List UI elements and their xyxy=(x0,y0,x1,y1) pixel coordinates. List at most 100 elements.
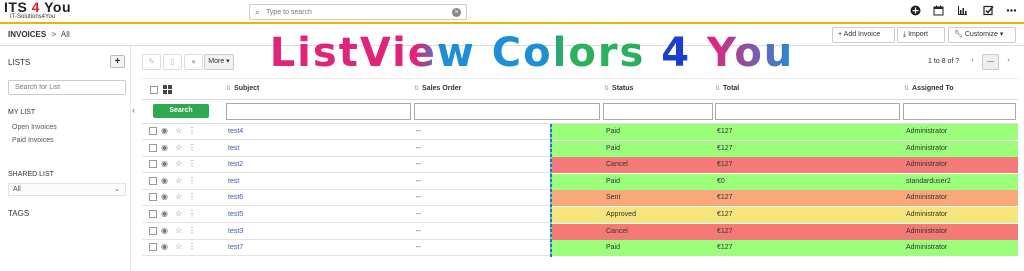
view-eye-icon[interactable]: ◉ xyxy=(161,226,168,235)
subject-link[interactable]: test7 xyxy=(228,244,243,251)
star-icon[interactable]: ☆ xyxy=(175,143,182,152)
column-sales-order[interactable]: ⇅ Sales Order xyxy=(414,85,461,92)
subject-link[interactable]: test3 xyxy=(228,228,243,235)
row-menu-icon[interactable]: ⋮ xyxy=(188,143,196,152)
view-eye-icon[interactable]: ◉ xyxy=(161,242,168,251)
star-icon[interactable]: ☆ xyxy=(175,242,182,251)
row-menu-icon[interactable]: ⋮ xyxy=(188,242,196,251)
subject-filter-input[interactable] xyxy=(226,103,411,120)
row-checkbox[interactable] xyxy=(149,226,157,235)
customize-button[interactable]: 🔧︎ Customize ▾ xyxy=(948,27,1016,43)
sort-icon: ⇅ xyxy=(604,86,610,92)
table-row[interactable]: ◉ ☆ ⋮ test3 -- Cancel €127 Administrator xyxy=(142,223,1018,240)
sidebar-item-open-invoices[interactable]: Open Invoices xyxy=(12,124,57,131)
table-row[interactable]: ◉ ☆ ⋮ test6 -- Sent €127 Administrator xyxy=(142,190,1018,207)
column-assigned-to[interactable]: ⇅ Assigned To xyxy=(904,85,954,92)
edit-icon[interactable]: ✎ xyxy=(142,54,161,70)
total-cell: €127 xyxy=(717,144,733,152)
table-row[interactable]: ◉ ☆ ⋮ test -- Paid €0 standarduser2 xyxy=(142,173,1018,190)
table-row[interactable]: ◉ ☆ ⋮ test2 -- Cancel €127 Administrator xyxy=(142,157,1018,174)
global-search-input[interactable] xyxy=(266,6,446,18)
list-search-input[interactable] xyxy=(8,80,126,95)
breadcrumb-module[interactable]: INVOICES xyxy=(8,30,46,39)
row-menu-icon[interactable]: ⋮ xyxy=(188,209,196,218)
clear-search-icon[interactable]: × xyxy=(452,8,461,17)
status-cell: Approved xyxy=(606,211,636,218)
global-search[interactable]: ⌕ × xyxy=(249,4,467,20)
calendar-icon[interactable] xyxy=(931,5,945,19)
tags-title: TAGS xyxy=(8,209,30,218)
view-eye-icon[interactable]: ◉ xyxy=(161,176,168,185)
add-invoice-button[interactable]: + Add Invoice xyxy=(832,27,895,43)
row-checkbox[interactable] xyxy=(149,143,157,152)
row-color-divider xyxy=(550,124,552,257)
checkbox-icon[interactable] xyxy=(981,5,995,19)
row-checkbox[interactable] xyxy=(149,127,157,135)
add-list-button[interactable]: + xyxy=(110,55,125,68)
columns-grid-icon[interactable] xyxy=(163,85,172,96)
more-button[interactable]: More ▾ xyxy=(204,54,234,70)
pagination-info: 1 to 8 of ? xyxy=(928,58,960,65)
row-menu-icon[interactable]: ⋮ xyxy=(188,126,196,135)
subject-link[interactable]: test6 xyxy=(228,194,243,201)
delete-icon[interactable]: ▯ xyxy=(163,54,182,70)
sales-order-filter-input[interactable] xyxy=(414,103,600,120)
select-all-checkbox[interactable] xyxy=(150,86,158,94)
shared-list-select[interactable]: All ⌄ xyxy=(8,183,126,196)
next-page-button[interactable]: › xyxy=(1001,54,1016,70)
row-menu-icon[interactable]: ⋮ xyxy=(188,159,196,168)
plus-circle-icon[interactable] xyxy=(908,5,922,19)
table-row[interactable]: ◉ ☆ ⋮ test4 -- Paid €127 Administrator xyxy=(142,124,1018,140)
table-row[interactable]: ◉ ☆ ⋮ test5 -- Approved €127 Administrator xyxy=(142,207,1018,223)
status-filter-input[interactable] xyxy=(603,103,713,120)
row-menu-icon[interactable]: ⋮ xyxy=(188,192,196,201)
ellipsis-icon[interactable] xyxy=(1004,5,1018,19)
collapse-sidebar-icon[interactable]: ‹ xyxy=(132,105,135,115)
star-icon[interactable]: ☆ xyxy=(175,192,182,201)
sales-order-cell: -- xyxy=(416,244,421,252)
assigned-to-cell: Administrator xyxy=(906,128,948,135)
page-jump-button[interactable]: — xyxy=(982,54,999,70)
sidebar-item-paid-invoices[interactable]: Paid Invoices xyxy=(12,137,54,144)
table-row[interactable]: ◉ ☆ ⋮ test7 -- Paid €127 Administrator xyxy=(142,240,1018,257)
assigned-filter-input[interactable] xyxy=(903,103,1016,120)
column-status[interactable]: ⇅ Status xyxy=(604,85,633,92)
row-checkbox[interactable] xyxy=(149,243,157,252)
subject-link[interactable]: test2 xyxy=(228,161,243,168)
total-filter-input[interactable] xyxy=(715,103,900,120)
star-icon[interactable]: ☆ xyxy=(175,226,182,235)
row-checkbox[interactable] xyxy=(149,176,157,185)
bar-chart-icon[interactable] xyxy=(955,5,969,19)
view-eye-icon[interactable]: ◉ xyxy=(161,159,168,168)
view-eye-icon[interactable]: ◉ xyxy=(161,192,168,201)
column-total[interactable]: ⇅ Total xyxy=(715,85,739,92)
subject-link[interactable]: test5 xyxy=(228,211,243,218)
subject-link[interactable]: test xyxy=(228,178,239,185)
subject-link[interactable]: test xyxy=(228,145,239,152)
star-icon[interactable]: ☆ xyxy=(175,159,182,168)
import-button[interactable]: ⤓ Import xyxy=(897,27,945,43)
view-eye-icon[interactable]: ◉ xyxy=(161,126,168,135)
view-eye-icon[interactable]: ◉ xyxy=(161,209,168,218)
view-eye-icon[interactable]: ◉ xyxy=(161,143,168,152)
sort-icon: ⇅ xyxy=(904,86,910,92)
sales-order-cell: -- xyxy=(416,177,421,185)
search-button[interactable]: Search xyxy=(153,104,209,118)
brand-logo[interactable]: ITS 4 You IT-Solutions4You xyxy=(4,0,84,21)
row-checkbox[interactable] xyxy=(149,193,157,202)
status-cell: Paid xyxy=(606,144,621,152)
subject-link[interactable]: test4 xyxy=(228,128,243,135)
column-subject[interactable]: ⇅ Subject xyxy=(226,85,259,92)
star-icon[interactable]: ☆ xyxy=(175,209,182,218)
row-checkbox[interactable] xyxy=(149,160,157,169)
prev-page-button[interactable]: ‹ xyxy=(965,54,980,70)
assigned-to-cell: Administrator xyxy=(906,161,948,169)
table-row[interactable]: ◉ ☆ ⋮ test -- Paid €127 Administrator xyxy=(142,140,1018,157)
star-icon[interactable]: ☆ xyxy=(175,176,182,185)
star-icon[interactable]: ☆ xyxy=(175,126,182,135)
row-menu-icon[interactable]: ⋮ xyxy=(188,226,196,235)
comment-icon[interactable]: ● xyxy=(184,54,203,70)
row-menu-icon[interactable]: ⋮ xyxy=(188,176,196,185)
status-cell: Cancel xyxy=(606,227,628,235)
row-checkbox[interactable] xyxy=(149,210,157,218)
